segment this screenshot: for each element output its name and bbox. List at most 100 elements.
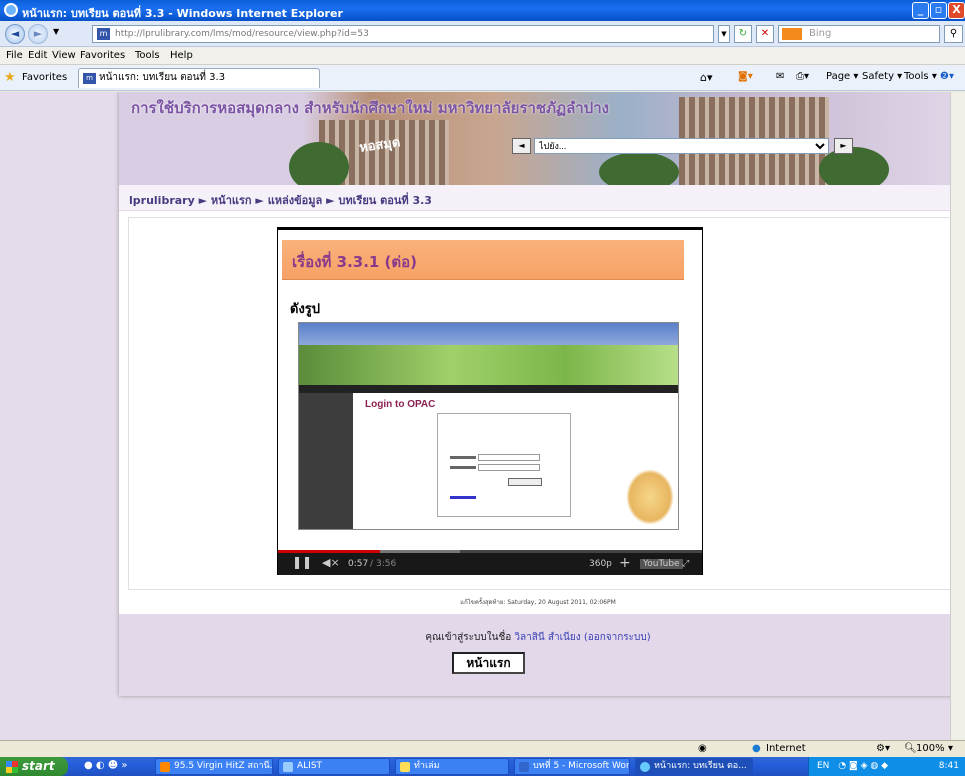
page-menu[interactable]: Page ▾ xyxy=(826,71,858,82)
lesson-subheading: ดังรูป xyxy=(290,302,321,317)
minimize-button[interactable]: _ xyxy=(912,2,929,19)
menu-view[interactable]: View xyxy=(52,50,76,61)
jump-next-button[interactable]: ► xyxy=(834,138,853,154)
menu-bar: File Edit View Favorites Tools Help xyxy=(0,47,965,65)
refresh-icon[interactable]: ↻ xyxy=(734,25,752,43)
language-indicator[interactable]: EN xyxy=(817,761,829,771)
close-button[interactable]: X xyxy=(948,2,965,19)
safety-menu[interactable]: Safety ▾ xyxy=(862,71,902,82)
breadcrumb: lprulibrary ► หน้าแรก ► แหล่งข้อมูล ► บท… xyxy=(119,185,950,211)
fullscreen-icon[interactable]: ⤢ xyxy=(682,559,689,569)
breadcrumb-frontpage-link[interactable]: หน้าแรก xyxy=(211,194,252,207)
menu-favorites[interactable]: Favorites xyxy=(80,50,125,61)
task-alist[interactable]: ALIST xyxy=(278,758,390,775)
feeds-icon[interactable]: ◙▾ xyxy=(738,71,753,82)
breadcrumb-resources-link[interactable]: แหล่งข้อมูล xyxy=(268,194,323,207)
start-button[interactable]: start xyxy=(0,757,68,776)
stop-icon[interactable]: ✕ xyxy=(756,25,774,43)
video-controls: ❚❚ ◀× 0:57 / 3:56 360p + YouTube ⤢ xyxy=(278,550,702,575)
bing-icon xyxy=(782,28,802,40)
opac-screenshot: Login to OPAC xyxy=(298,322,679,530)
mail-icon[interactable]: ✉ xyxy=(776,71,784,82)
video-frame[interactable]: เรื่องที่ 3.3.1 (ต่อ) ดังรูป Login to OP… xyxy=(278,230,702,550)
search-input[interactable]: Bing xyxy=(778,25,940,43)
search-placeholder: Bing xyxy=(809,28,832,39)
site-banner: หอสมุด การใช้บริการหอสมุดกลาง สำหรับนักศ… xyxy=(119,92,950,185)
taskbar: start ● ◐ ☻ » 95.5 Virgin HitZ สถานี... … xyxy=(0,757,965,776)
time-total: 3:56 xyxy=(376,559,397,569)
moodle-page: หอสมุด การใช้บริการหอสมุดกลาง สำหรับนักศ… xyxy=(119,92,950,696)
history-dropdown-icon[interactable]: ▼ xyxy=(53,27,59,36)
logout-link[interactable]: (ออกจากระบบ) xyxy=(584,632,651,643)
lesson-heading-bar: เรื่องที่ 3.3.1 (ต่อ) xyxy=(282,240,684,280)
opac-login-title: Login to OPAC xyxy=(365,399,436,410)
tab-favicon-icon: m xyxy=(83,73,96,84)
browser-tab[interactable]: m หน้าแรก: บทเรียน ตอนที่ 3.3 xyxy=(78,68,320,88)
pause-icon[interactable]: ❚❚ xyxy=(292,555,312,569)
menu-tools[interactable]: Tools xyxy=(135,50,160,61)
ie-logo-icon xyxy=(4,3,18,17)
page-viewport: หอสมุด การใช้บริการหอสมุดกลาง สำหรับนักศ… xyxy=(0,92,950,740)
address-toolbar: ◄ ► ▼ m http://lprulibrary.com/lms/mod/r… xyxy=(0,21,965,47)
forward-button[interactable]: ► xyxy=(28,24,48,44)
breadcrumb-separator: ► xyxy=(198,194,208,207)
time-total-prefix: / xyxy=(370,559,374,569)
vertical-scrollbar[interactable] xyxy=(950,92,965,740)
tools-menu[interactable]: Tools ▾ xyxy=(904,71,938,82)
banner-title: การใช้บริการหอสมุดกลาง สำหรับนักศึกษาใหม… xyxy=(131,99,609,117)
menu-edit[interactable]: Edit xyxy=(28,50,47,61)
breadcrumb-current: บทเรียน ตอนที่ 3.3 xyxy=(338,194,432,207)
task-ie[interactable]: หน้าแรก: บทเรียน ตอ... xyxy=(635,758,753,775)
task-folder[interactable]: ทำเล่ม xyxy=(395,758,509,775)
zoom-icon: 🔍︎ xyxy=(904,743,917,754)
search-go-icon[interactable]: ⚲ xyxy=(944,25,963,43)
favorites-button[interactable]: Favorites xyxy=(22,72,67,83)
breadcrumb-separator: ► xyxy=(326,194,335,207)
zoom-dropdown-icon[interactable]: ▾ xyxy=(948,743,953,754)
privacy-icon[interactable]: ◉ xyxy=(698,743,707,754)
status-bar: ◉ ● Internet ⚙▾ 🔍︎ 100% ▾ xyxy=(0,740,965,757)
address-input[interactable]: m http://lprulibrary.com/lms/mod/resourc… xyxy=(92,25,714,43)
window-title-bar[interactable]: หน้าแรก: บทเรียน ตอนที่ 3.3 - Windows In… xyxy=(0,0,965,21)
tab-title: หน้าแรก: บทเรียน ตอนที่ 3.3 xyxy=(99,72,226,83)
task-word[interactable]: บทที่ 5 - Microsoft Word xyxy=(514,758,630,775)
restore-button[interactable]: ▫ xyxy=(930,2,947,19)
windows-logo-icon xyxy=(6,761,18,773)
volume-icon[interactable]: ◀× xyxy=(322,556,340,569)
jump-prev-button[interactable]: ◄ xyxy=(512,138,531,154)
jump-select[interactable]: ไปยัง... xyxy=(534,138,829,154)
jump-menu: ◄ ไปยัง... ► xyxy=(512,138,853,156)
protected-mode-icon[interactable]: ⚙▾ xyxy=(876,743,890,754)
watch-later-button[interactable]: + xyxy=(619,555,631,571)
resource-content: เรื่องที่ 3.3.1 (ต่อ) ดังรูป Login to OP… xyxy=(128,217,950,590)
last-modified: แก้ไขครั้งสุดท้าย: Saturday, 20 August 2… xyxy=(460,599,616,606)
tray-icons[interactable]: ◔ ◙ ◈ ◍ ◆ xyxy=(838,761,888,771)
lesson-heading: เรื่องที่ 3.3.1 (ต่อ) xyxy=(292,253,418,271)
site-favicon-icon: m xyxy=(97,28,110,40)
task-radio[interactable]: 95.5 Virgin HitZ สถานี... xyxy=(155,758,273,775)
favorites-star-icon[interactable]: ★ xyxy=(4,70,16,85)
url-text: http://lprulibrary.com/lms/mod/resource/… xyxy=(115,29,369,39)
home-icon[interactable]: ⌂▾ xyxy=(700,71,713,84)
back-button[interactable]: ◄ xyxy=(5,24,25,44)
address-dropdown-icon[interactable]: ▼ xyxy=(718,25,730,43)
quick-launch-icons[interactable]: ● ◐ ☻ » xyxy=(84,760,128,771)
video-player[interactable]: เรื่องที่ 3.3.1 (ต่อ) ดังรูป Login to OP… xyxy=(277,227,703,575)
print-icon[interactable]: ⎙▾ xyxy=(796,71,809,82)
menu-help[interactable]: Help xyxy=(170,50,193,61)
window-title: หน้าแรก: บทเรียน ตอนที่ 3.3 - Windows In… xyxy=(22,7,343,20)
breadcrumb-home-link[interactable]: lprulibrary xyxy=(129,194,195,207)
video-progress-bar[interactable] xyxy=(278,550,702,553)
login-info: คุณเข้าสู่ระบบในชื่อ วิลาสินี สำเนียง (อ… xyxy=(119,630,950,645)
login-prefix: คุณเข้าสู่ระบบในชื่อ xyxy=(425,632,512,643)
page-footer: คุณเข้าสู่ระบบในชื่อ วิลาสินี สำเนียง (อ… xyxy=(119,614,950,696)
user-profile-link[interactable]: วิลาสินี สำเนียง xyxy=(514,632,580,643)
favorites-bar: ★ Favorites m หน้าแรก: บทเรียน ตอนที่ 3.… xyxy=(0,65,965,91)
system-tray: EN ◔ ◙ ◈ ◍ ◆ 8:41 xyxy=(808,757,965,776)
quality-button[interactable]: 360p xyxy=(589,559,612,569)
youtube-logo[interactable]: YouTube xyxy=(640,559,683,569)
home-button[interactable]: หน้าแรก xyxy=(452,652,525,674)
menu-file[interactable]: File xyxy=(6,50,23,61)
help-icon[interactable]: ❷▾ xyxy=(940,71,954,82)
zoom-level[interactable]: 100% xyxy=(916,743,945,754)
